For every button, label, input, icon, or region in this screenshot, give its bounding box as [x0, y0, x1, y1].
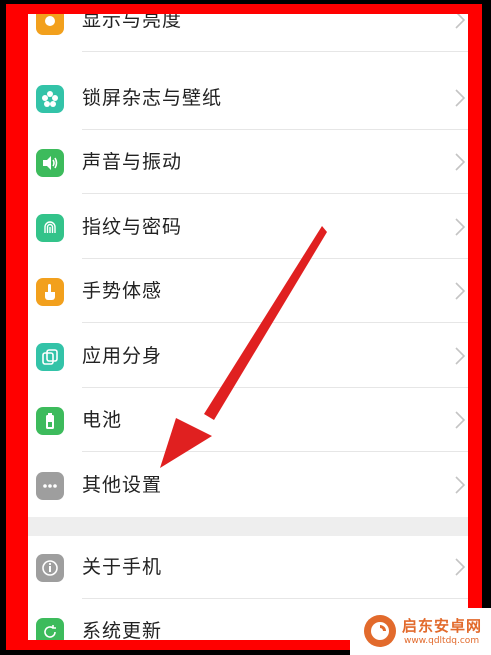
settings-item-about-phone[interactable]: 关于手机	[28, 535, 468, 599]
watermark-title: 启东安卓网	[402, 617, 483, 635]
chevron-right-icon	[455, 153, 466, 171]
divider	[82, 322, 468, 323]
settings-item-label: 电池	[82, 409, 123, 431]
settings-item-sound-vibration[interactable]: 声音与振动	[28, 130, 468, 194]
app-clone-icon	[36, 343, 64, 371]
chevron-right-icon	[455, 218, 466, 236]
settings-item-label: 应用分身	[82, 345, 163, 367]
fingerprint-icon	[36, 214, 64, 242]
divider	[82, 451, 468, 452]
settings-item-other-settings[interactable]: 其他设置	[28, 453, 468, 517]
update-icon	[36, 618, 64, 640]
settings-item-lockscreen-wallpaper[interactable]: 锁屏杂志与壁纸	[28, 66, 468, 130]
settings-item-label: 锁屏杂志与壁纸	[82, 87, 223, 109]
settings-item-label: 声音与振动	[82, 151, 183, 173]
chevron-right-icon	[455, 14, 466, 29]
settings-item-app-clone[interactable]: 应用分身	[28, 324, 468, 388]
chevron-right-icon	[455, 282, 466, 300]
settings-item-label: 手势体感	[82, 280, 163, 302]
more-dots-icon	[36, 472, 64, 500]
divider	[82, 193, 468, 194]
settings-item-label: 显示与亮度	[82, 14, 183, 31]
info-icon	[36, 554, 64, 582]
settings-screen: 显示与亮度 锁屏杂志与壁纸 声音与振动 指纹与密码 手势体感 应用分身 电池 其…	[28, 14, 468, 640]
chevron-right-icon	[455, 558, 466, 576]
settings-item-label: 指纹与密码	[82, 216, 183, 238]
chevron-right-icon	[455, 89, 466, 107]
settings-item-battery[interactable]: 电池	[28, 388, 468, 452]
divider	[82, 51, 468, 52]
chevron-right-icon	[455, 347, 466, 365]
speaker-icon	[36, 149, 64, 177]
section-divider	[28, 517, 468, 536]
hand-gesture-icon	[36, 278, 64, 306]
chevron-right-icon	[455, 411, 466, 429]
battery-icon	[36, 407, 64, 435]
chevron-right-icon	[455, 476, 466, 494]
settings-item-gestures[interactable]: 手势体感	[28, 259, 468, 323]
display-brightness-icon	[36, 14, 64, 35]
settings-item-fingerprint-password[interactable]: 指纹与密码	[28, 195, 468, 259]
flower-wallpaper-icon	[36, 85, 64, 113]
settings-item-label: 其他设置	[82, 474, 163, 496]
watermark-url: www.qdltdq.com	[404, 636, 480, 646]
settings-item-label: 系统更新	[82, 620, 163, 640]
settings-item-label: 关于手机	[82, 556, 163, 578]
settings-item-display-brightness[interactable]: 显示与亮度	[28, 14, 468, 52]
red-highlight-frame: 显示与亮度 锁屏杂志与壁纸 声音与振动 指纹与密码 手势体感 应用分身 电池 其…	[6, 4, 482, 650]
watermark-logo-icon	[364, 615, 396, 647]
